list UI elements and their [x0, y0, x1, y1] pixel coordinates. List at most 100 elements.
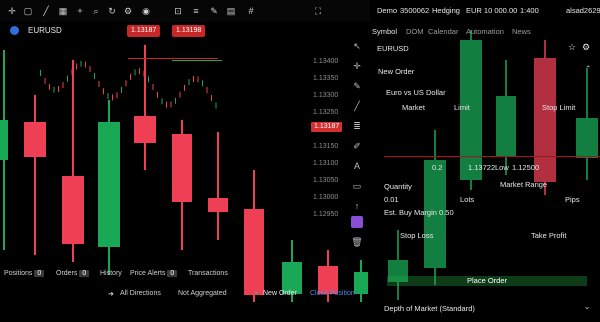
mini-tick	[148, 76, 149, 83]
fibonacci-icon[interactable]: ≣	[351, 120, 363, 132]
tab-symbol[interactable]: Symbol	[372, 27, 397, 36]
trendline-icon[interactable]: ╱	[351, 100, 363, 112]
orders-count: 0	[79, 270, 90, 277]
quantity-input[interactable]: 0.01	[384, 195, 399, 204]
price-axis-label: 1.13050	[313, 177, 339, 184]
tab-history[interactable]: History	[100, 270, 122, 277]
stop-loss-toggle[interactable]: Stop Loss	[400, 231, 433, 240]
mini-tick	[139, 68, 140, 75]
tab-price-alerts[interactable]: Price Alerts 0	[130, 270, 178, 277]
order-type-stop-limit[interactable]: Stop Limit	[542, 103, 575, 112]
depth-expand-icon[interactable]: ⌄	[584, 302, 590, 311]
mini-tick	[152, 84, 154, 91]
sell-price-button[interactable]: 1.13187	[127, 25, 161, 37]
mini-tick	[85, 61, 86, 68]
account-id: 3500062	[400, 6, 430, 15]
arrow-up-icon[interactable]: ↑	[351, 200, 363, 212]
panel-symbol[interactable]: EURUSD	[377, 44, 409, 53]
account-leverage: 1:400	[520, 6, 539, 15]
depth-of-market[interactable]: Depth of Market (Standard)	[384, 304, 475, 313]
market-range-label: Market Range	[500, 180, 548, 189]
mini-tick	[121, 86, 122, 93]
symbol-row: EURUSD 1.13187 1.13198	[0, 24, 360, 40]
price-axis-label: 1.13300	[313, 92, 339, 99]
tab-orders[interactable]: Orders 0	[56, 270, 90, 277]
search-icon[interactable]: ⌕	[90, 5, 102, 17]
hash-icon[interactable]: #	[245, 5, 257, 17]
mini-tick	[215, 102, 217, 109]
buy-price-button[interactable]: 1.13198	[172, 25, 206, 37]
collapse-icon[interactable]: ⌃	[585, 64, 591, 73]
square-icon[interactable]: ▢	[22, 5, 34, 17]
positions-label: Positions	[4, 270, 33, 277]
mini-tick	[76, 63, 77, 70]
price-axis-label: 1.12950	[313, 211, 339, 218]
mini-tick	[206, 87, 208, 94]
not-aggregated-select[interactable]: Not Aggregated	[178, 290, 227, 297]
account-user[interactable]: alsad26291	[566, 6, 600, 15]
price-axis-label: 1.13350	[313, 75, 339, 82]
line-icon[interactable]: ╱	[40, 5, 52, 17]
positions-count: 0	[34, 270, 45, 277]
crosshair-icon[interactable]: ✛	[6, 5, 18, 17]
tab-positions[interactable]: Positions 0	[4, 270, 45, 277]
candle-body	[172, 134, 192, 202]
comment-icon[interactable]: ▭	[351, 180, 363, 192]
tab-calendar[interactable]: Calendar	[428, 27, 458, 36]
order-type-market[interactable]: Market	[402, 103, 425, 112]
new-order-plus-icon: +	[254, 290, 259, 297]
refresh-icon[interactable]: ↻	[106, 5, 118, 17]
trash-icon[interactable]: 🗑	[351, 236, 363, 248]
candle-body	[244, 209, 264, 295]
symbol-description: Euro vs US Dollar	[386, 88, 446, 97]
mini-tick	[112, 94, 113, 101]
plus-icon[interactable]: +	[74, 5, 86, 17]
mini-tick	[170, 101, 172, 108]
panel-settings-icon[interactable]: ⚙	[582, 42, 590, 53]
new-order-title: New Order	[378, 67, 415, 76]
candle-body	[0, 120, 8, 160]
chart-symbol[interactable]: EURUSD	[28, 26, 62, 35]
candle-body	[134, 116, 156, 143]
cursor-icon[interactable]: ↖	[351, 40, 363, 52]
tab-transactions[interactable]: Transactions	[188, 270, 228, 277]
bottom-tabs: Positions 0 Orders 0 History Price Alerts 0…	[0, 268, 370, 282]
template-icon[interactable]: ▤	[225, 5, 237, 17]
pencil-icon[interactable]: ✎	[351, 80, 363, 92]
candle-wick	[217, 132, 219, 240]
price-alerts-label: Price Alerts	[130, 270, 166, 277]
eye-icon[interactable]: ◉	[140, 5, 152, 17]
sell-price-line	[128, 58, 218, 59]
layers-icon[interactable]: ≡	[190, 5, 202, 17]
mini-tick	[157, 91, 158, 98]
mini-tick	[130, 73, 131, 80]
text-tool-icon[interactable]: A	[351, 160, 363, 172]
star-icon[interactable]: ☆	[568, 42, 576, 53]
drawing-icon[interactable]: ✎	[208, 5, 220, 17]
tab-automation[interactable]: Automation	[466, 27, 504, 36]
take-profit-toggle[interactable]: Take Profit	[531, 231, 566, 240]
quantity-label: Quantity	[384, 182, 412, 191]
settings-icon[interactable]: ⚙	[122, 5, 134, 17]
tab-news[interactable]: News	[512, 27, 531, 36]
mini-tick	[49, 83, 50, 90]
color-swatch-icon[interactable]	[351, 216, 363, 228]
symbol-logo-icon	[10, 26, 19, 35]
close-position-button[interactable]: Close Position	[310, 290, 355, 297]
camera-icon[interactable]: ⊡	[172, 5, 184, 17]
grid-icon[interactable]: ▦	[57, 5, 69, 17]
new-order-button[interactable]: New Order	[263, 290, 297, 297]
order-type-limit[interactable]: Limit	[454, 103, 470, 112]
all-directions-select[interactable]: All Directions	[120, 290, 161, 297]
place-order-button[interactable]: Place Order	[387, 276, 587, 286]
account-type: Hedging	[432, 6, 460, 15]
crosshair-tool-icon[interactable]: ✛	[351, 60, 363, 72]
brush-icon[interactable]: ✐	[351, 140, 363, 152]
low-label: Low	[495, 163, 509, 172]
price-axis-label: 1.13000	[313, 194, 339, 201]
high-label: 0.2	[432, 163, 443, 172]
fullscreen-icon[interactable]: ⛶	[312, 5, 324, 17]
mini-tick	[107, 93, 109, 100]
tab-dom[interactable]: DOM	[406, 27, 424, 36]
mini-tick	[202, 80, 203, 87]
